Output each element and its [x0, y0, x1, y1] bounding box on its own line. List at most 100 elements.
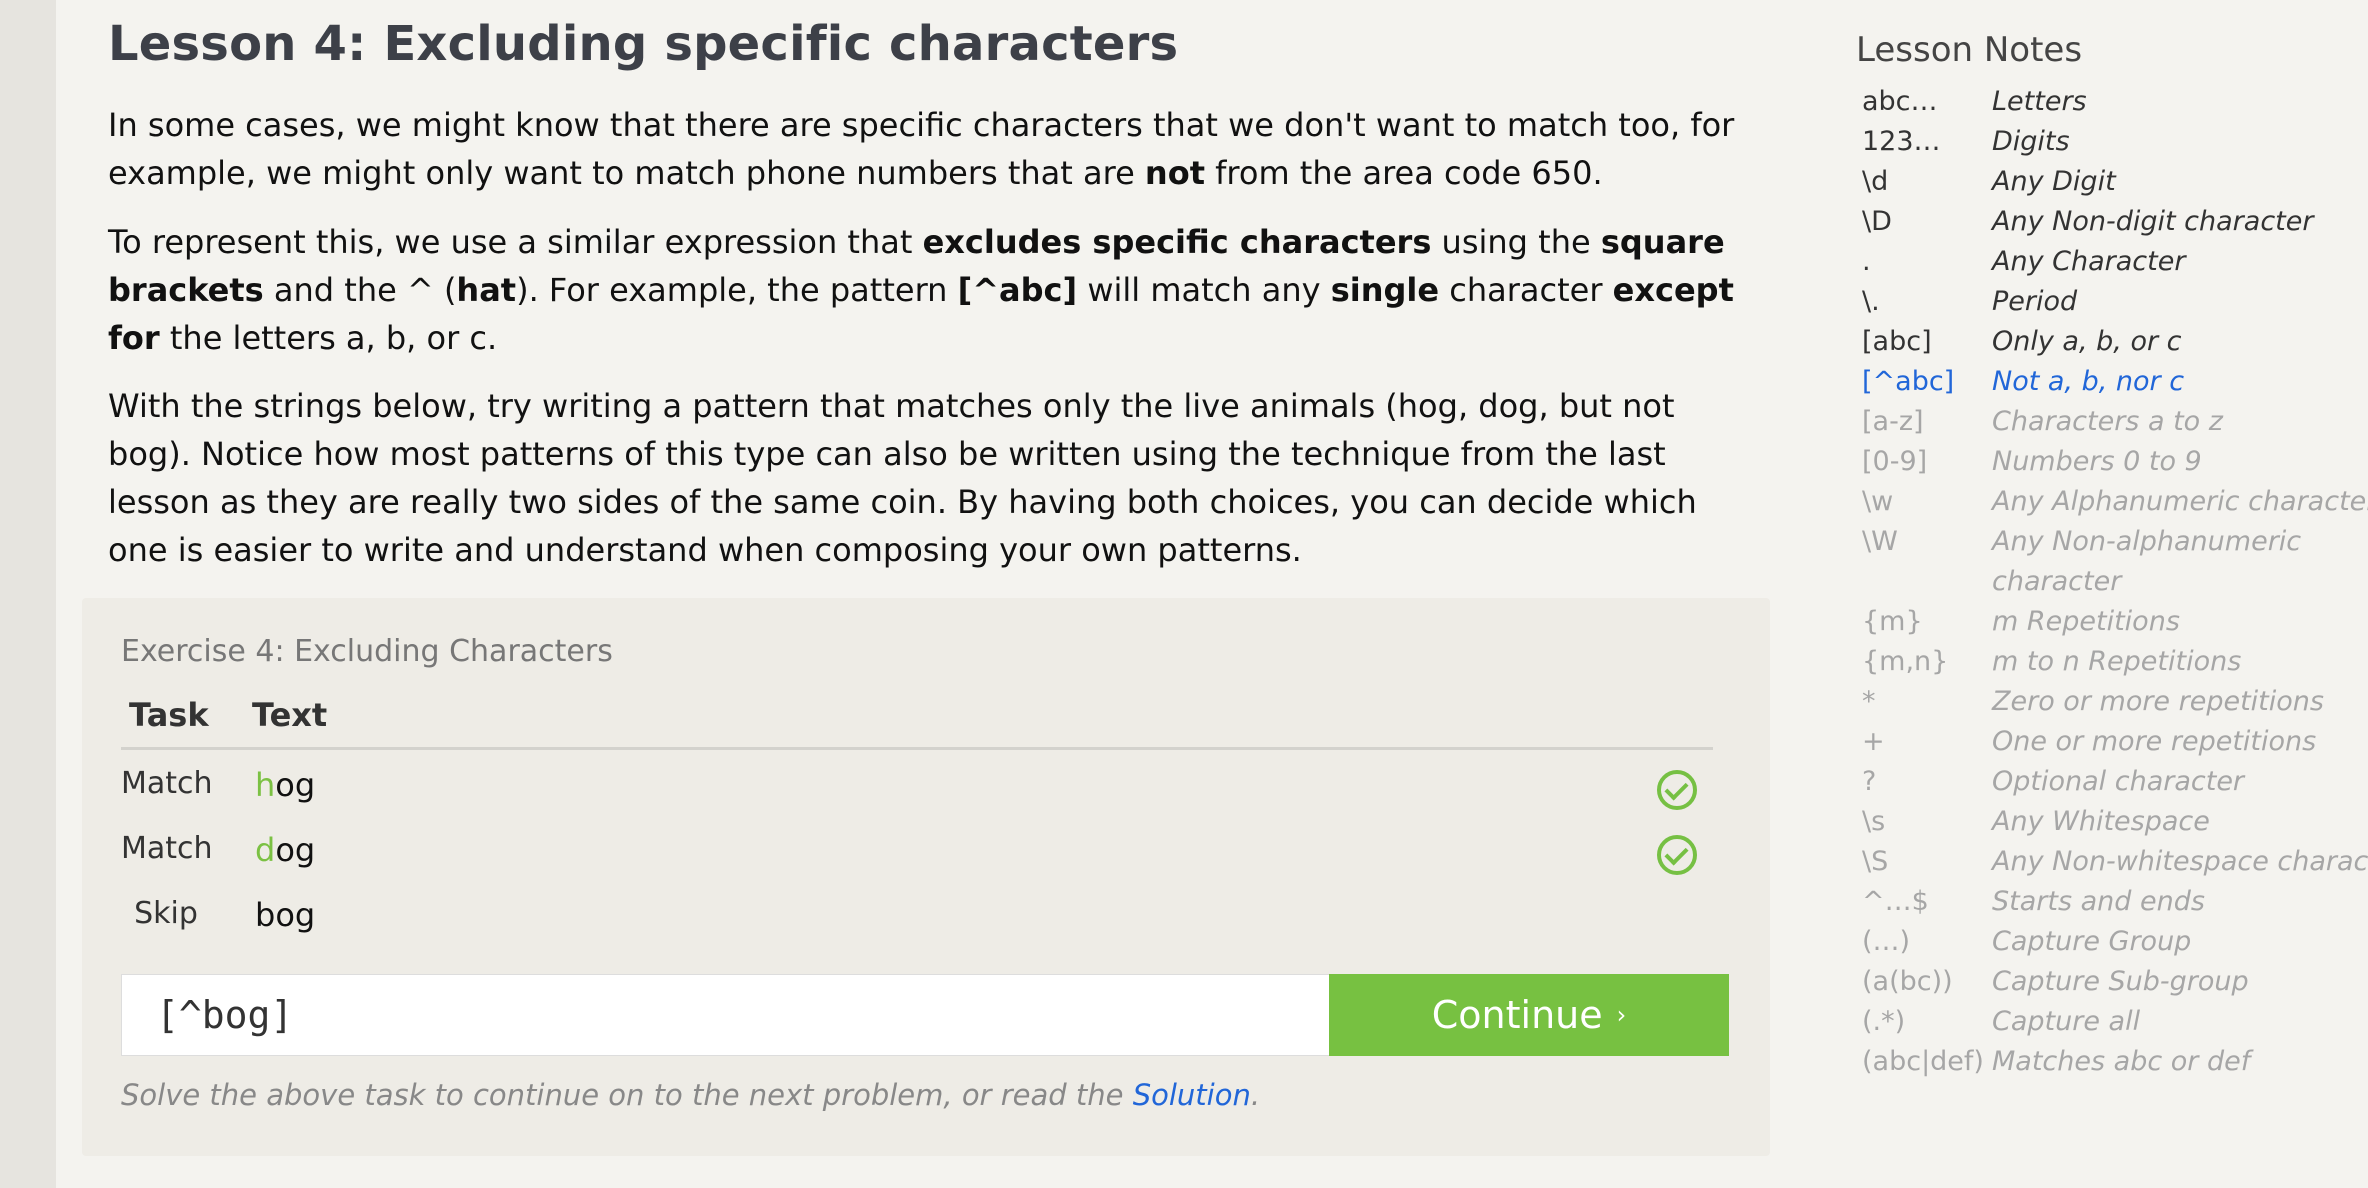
lesson-paragraph-2: To represent this, we use a similar expr…: [108, 218, 1748, 362]
lesson-note-item: [0-9] Numbers 0 to 9: [1862, 446, 2368, 486]
lesson-note-item: . Any Character: [1862, 246, 2368, 286]
note-description: Not a, b, nor c: [1992, 366, 2185, 397]
note-key: \S: [1862, 846, 1889, 877]
note-description: m to n Repetitions: [1992, 646, 2242, 677]
lesson-note-item: (a(bc)) Capture Sub-group: [1862, 966, 2368, 1006]
note-description: Capture Sub-group: [1992, 966, 2249, 997]
lesson-note-item: [a-z] Characters a to z: [1862, 406, 2368, 446]
answer-row: Continue ›: [121, 974, 1729, 1056]
lesson-note-item: {m} m Repetitions: [1862, 606, 2368, 646]
lesson-paragraph-1: In some cases, we might know that there …: [108, 101, 1748, 197]
continue-button[interactable]: Continue ›: [1329, 974, 1729, 1056]
lesson-note-item: [abc] Only a, b, or c: [1862, 326, 2368, 366]
note-key: [abc]: [1862, 326, 1932, 357]
task-label: Match: [121, 831, 213, 866]
table-row: Match dog: [121, 827, 1713, 887]
note-description: Period: [1992, 286, 2078, 317]
note-description: Any Digit: [1992, 166, 2116, 197]
note-description: Digits: [1992, 126, 2070, 157]
exercise-title: Exercise 4: Excluding Characters: [121, 634, 613, 669]
task-text-rest: og: [275, 766, 316, 804]
continue-label: Continue: [1431, 993, 1603, 1037]
note-description: Characters a to z: [1992, 406, 2223, 437]
lesson-note-item: \s Any Whitespace: [1862, 806, 2368, 846]
text-run: and the ^ (: [263, 271, 457, 309]
lesson-note-item: ^…$ Starts and ends: [1862, 886, 2368, 926]
note-key: *: [1862, 686, 1876, 717]
text-run: using the: [1431, 223, 1601, 261]
bold-phrase: hat: [456, 271, 517, 309]
column-header-task: Task: [129, 696, 209, 734]
task-label: Skip: [134, 896, 198, 931]
check-circle-icon: [1657, 835, 1697, 875]
lesson-note-item: ? Optional character: [1862, 766, 2368, 806]
note-description: Capture all: [1992, 1006, 2141, 1037]
note-key: (abc|def): [1862, 1046, 1984, 1077]
lesson-note-item: (.*) Capture all: [1862, 1006, 2368, 1046]
note-description: Optional character: [1992, 766, 2245, 797]
note-key: \w: [1862, 486, 1894, 517]
text-run: With the strings below, try writing a pa…: [108, 387, 1697, 569]
note-key: .: [1862, 246, 1871, 277]
text-run: character: [1439, 271, 1613, 309]
note-description: Any Non-digit character: [1992, 206, 2314, 237]
lesson-note-item: 123… Digits: [1862, 126, 2368, 166]
task-text-rest: og: [275, 831, 316, 869]
regex-input[interactable]: [121, 974, 1329, 1056]
note-key: (…): [1862, 926, 1911, 957]
note-key: ^…$: [1862, 886, 1929, 917]
note-description: character: [1992, 566, 2122, 597]
lesson-note-item: \d Any Digit: [1862, 166, 2368, 206]
check-circle-icon: [1657, 770, 1697, 810]
match-highlight: h: [255, 766, 276, 804]
note-key: 123…: [1862, 126, 1941, 157]
note-description: Only a, b, or c: [1992, 326, 2182, 357]
note-key: \D: [1862, 206, 1892, 237]
note-description: Letters: [1992, 86, 2087, 117]
note-key: \d: [1862, 166, 1889, 197]
note-description: One or more repetitions: [1992, 726, 2317, 757]
note-description: Any Non-alphanumeric: [1992, 526, 2302, 557]
bold-phrase: [^abc]: [957, 271, 1078, 309]
task-text: bog: [255, 896, 315, 934]
task-text-rest: bog: [255, 896, 316, 934]
lesson-note-item: [^abc] Not a, b, nor c: [1862, 366, 2368, 406]
column-header-text: Text: [252, 696, 328, 734]
solution-link[interactable]: Solution: [1133, 1078, 1251, 1112]
lesson-note-item: * Zero or more repetitions: [1862, 686, 2368, 726]
exercise-table-header: Task Text: [121, 690, 1713, 750]
lesson-paragraph-3: With the strings below, try writing a pa…: [108, 382, 1748, 574]
lesson-note-item: abc… Letters: [1862, 86, 2368, 126]
lesson-note-item: {m,n} m to n Repetitions: [1862, 646, 2368, 686]
note-key: abc…: [1862, 86, 1938, 117]
match-highlight: d: [255, 831, 276, 869]
note-key: [0-9]: [1862, 446, 1928, 477]
hint-text: Solve the above task to continue on to t…: [121, 1078, 1260, 1112]
bold-phrase: excludes specific characters: [922, 223, 1432, 261]
note-description: Any Whitespace: [1992, 806, 2210, 837]
text-run: To represent this, we use a similar expr…: [108, 223, 923, 261]
note-key: \.: [1862, 286, 1880, 317]
text-run: ). For example, the pattern: [516, 271, 958, 309]
hint-suffix: .: [1250, 1078, 1261, 1112]
note-key: [^abc]: [1862, 366, 1955, 397]
text-run: will match any: [1077, 271, 1331, 309]
lesson-title: Lesson 4: Excluding specific characters: [108, 16, 1179, 72]
note-key: (a(bc)): [1862, 966, 1953, 997]
note-key: {m,n}: [1862, 646, 1949, 677]
note-key: +: [1862, 726, 1885, 757]
chevron-right-icon: ›: [1616, 1001, 1627, 1029]
lesson-note-item: \. Period: [1862, 286, 2368, 326]
note-description: Numbers 0 to 9: [1992, 446, 2202, 477]
note-description: Matches abc or def: [1992, 1046, 2251, 1077]
lesson-note-item: \S Any Non-whitespace characte: [1862, 846, 2368, 886]
note-description: Any Alphanumeric character: [1992, 486, 2368, 517]
lesson-note-item: (abc|def) Matches abc or def: [1862, 1046, 2368, 1086]
task-text: hog: [255, 766, 315, 804]
note-description: Capture Group: [1992, 926, 2192, 957]
bold-phrase: single: [1330, 271, 1440, 309]
lesson-note-item: \D Any Non-digit character: [1862, 206, 2368, 246]
note-description: Any Non-whitespace characte: [1992, 846, 2368, 877]
note-key: {m}: [1862, 606, 1923, 637]
task-text: dog: [255, 831, 315, 869]
